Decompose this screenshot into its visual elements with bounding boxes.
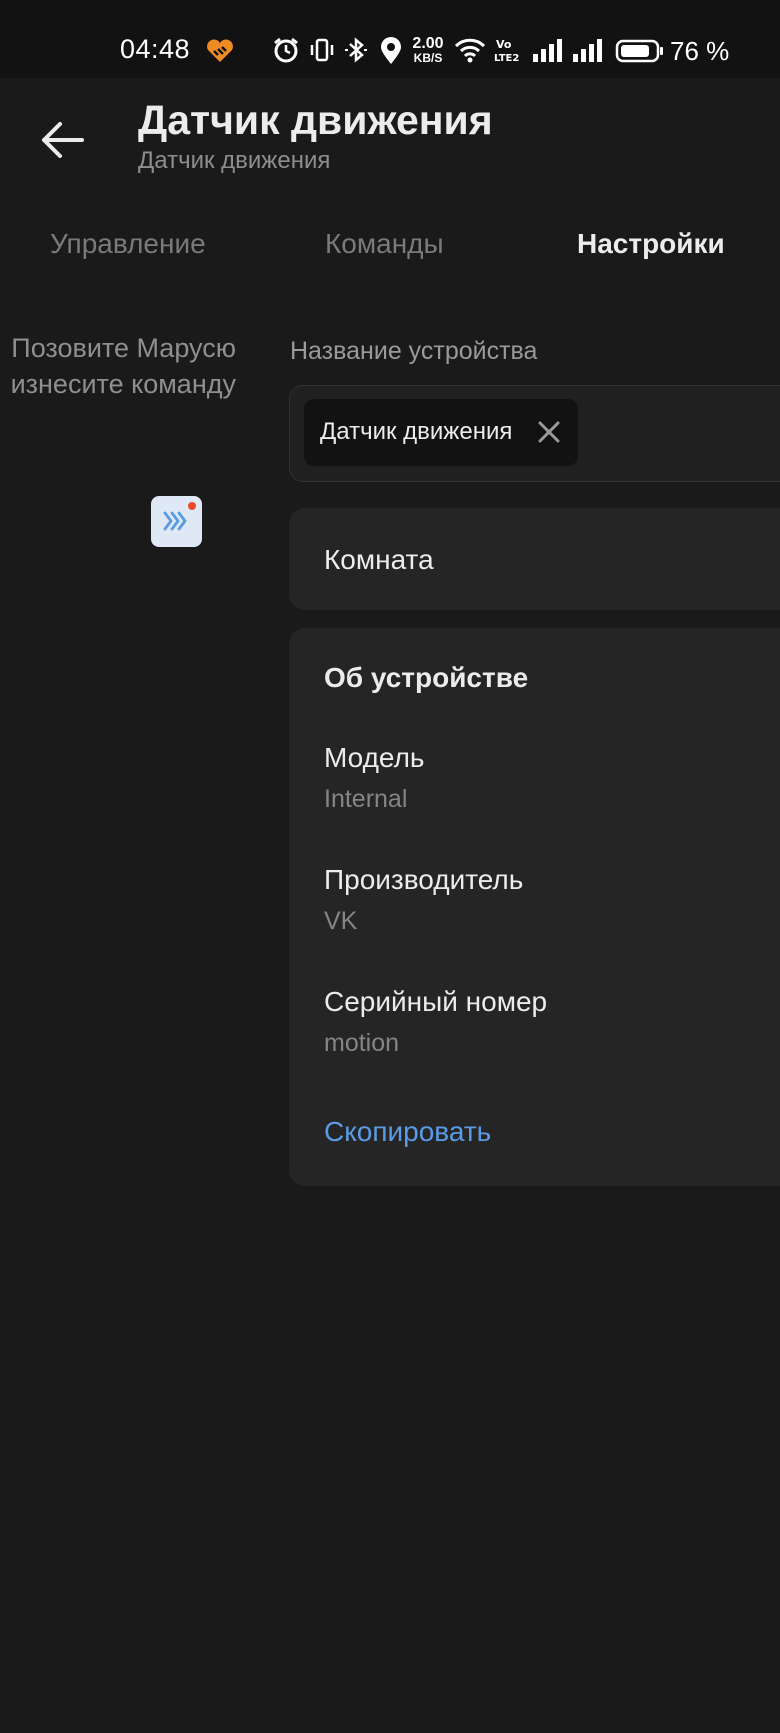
manufacturer-label: Производитель (324, 864, 524, 895)
network-speed: 2.00 KB/S (408, 36, 448, 66)
room-card[interactable]: Комната (289, 508, 780, 610)
room-label: Комната (324, 544, 434, 575)
copy-button[interactable]: Скопировать (324, 1116, 491, 1148)
clear-icon[interactable] (536, 419, 562, 445)
alarm-icon (274, 37, 298, 63)
vibrate-icon (310, 38, 334, 62)
signal-icon (533, 39, 562, 62)
marusya-hint-line1: Позовите Марусю (11, 333, 236, 363)
svg-text:Vo: Vo (496, 38, 512, 51)
device-name-field[interactable]: Датчик движения (289, 385, 780, 482)
model-label: Модель (324, 742, 425, 773)
device-name-value: Датчик движения (320, 418, 513, 445)
serial-number-value: motion (324, 1029, 400, 1057)
tab-control[interactable]: Управление (50, 228, 206, 260)
page-subtitle: Датчик движения (138, 147, 331, 174)
signal-icon (573, 39, 602, 62)
device-name-chip[interactable]: Датчик движения (304, 399, 578, 466)
device-name-label: Название устройства (290, 337, 538, 365)
tab-settings[interactable]: Настройки (577, 228, 725, 260)
about-device-card: Об устройстве Модель Internal Производит… (289, 628, 780, 1186)
marusya-hint-line2: изнесите команду (10, 369, 236, 399)
battery-icon (615, 39, 663, 63)
manufacturer-value: VK (324, 907, 358, 935)
network-speed-unit: KB/S (413, 51, 443, 65)
network-speed-value: 2.00 (412, 35, 444, 52)
battery-percent: 76 % (670, 36, 730, 66)
bluetooth-icon (345, 37, 367, 63)
notification-dot (188, 502, 196, 510)
heart-app-icon (207, 39, 233, 62)
marusya-hint: Позовите Марусю изнесите команду (0, 330, 236, 402)
about-device-title: Об устройстве (324, 662, 529, 693)
volte-icon: Vo LTE2 (494, 38, 519, 64)
location-icon (381, 37, 401, 64)
back-arrow-icon[interactable] (36, 118, 88, 162)
tab-commands[interactable]: Команды (325, 228, 444, 260)
page-title: Датчик движения (138, 97, 493, 143)
voice-assistant-button[interactable] (151, 496, 202, 547)
svg-text:LTE2: LTE2 (494, 53, 519, 64)
status-time: 04:48 (120, 34, 191, 64)
serial-number-label: Серийный номер (324, 986, 548, 1017)
status-bar: 04:48 2.00 KB/S Vo LTE2 76 % (0, 0, 780, 78)
app-bar: Датчик движения Датчик движения (0, 78, 780, 188)
model-value: Internal (324, 785, 408, 813)
wifi-icon (454, 38, 486, 63)
